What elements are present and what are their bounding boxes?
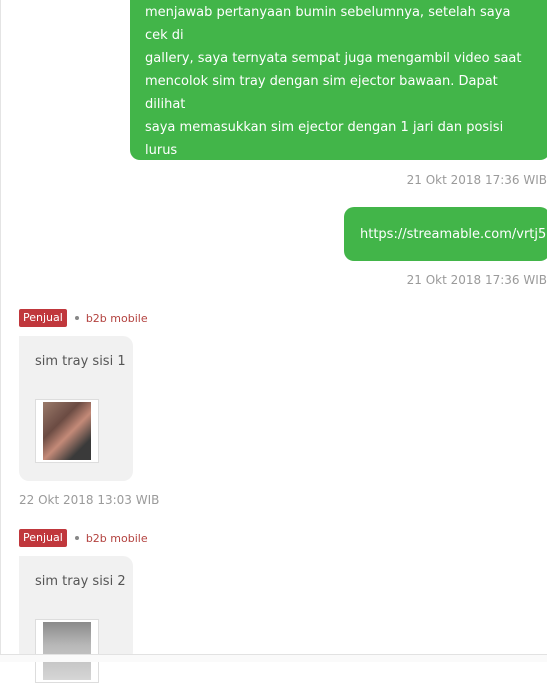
seller-message-bubble: sim tray sisi 1 (19, 336, 133, 481)
message-timestamp: 21 Okt 2018 17:36 WIB (406, 173, 547, 187)
seller-role-badge: Penjual (19, 309, 67, 327)
left-border (0, 0, 1, 662)
shop-name-link[interactable]: b2b mobile (86, 532, 148, 545)
message-line: menjawab pertanyaan bumin sebelumnya, se… (145, 5, 511, 43)
message-link[interactable]: https://streamable.com/vrtj5 (360, 227, 546, 242)
message-line: saya memasukkan sim ejector dengan 1 jar… (145, 120, 504, 158)
seller-header: Penjual b2b mobile (19, 309, 148, 327)
seller-header: Penjual b2b mobile (19, 529, 148, 547)
message-line: mencolok sim tray dengan sim ejector baw… (145, 74, 498, 112)
sim-tray-photo (43, 402, 91, 460)
sim-tray-photo (43, 622, 91, 680)
bottom-border (0, 654, 547, 662)
message-text: sim tray sisi 2 (35, 574, 126, 589)
separator-dot (74, 316, 79, 320)
buyer-link-bubble: https://streamable.com/vrtj5 (344, 207, 547, 261)
seller-message-bubble: sim tray sisi 2 (19, 556, 133, 683)
message-text: sim tray sisi 1 (35, 354, 126, 369)
seller-role-badge: Penjual (19, 529, 67, 547)
message-timestamp: 22 Okt 2018 13:03 WIB (19, 493, 160, 507)
buyer-message-bubble: menjawab pertanyaan bumin sebelumnya, se… (130, 0, 547, 227)
message-line: gallery, saya ternyata sempat juga menga… (145, 51, 522, 66)
message-line: akhir video terlihat bentuk ujung sim ej… (145, 189, 508, 204)
image-thumbnail[interactable] (35, 399, 99, 463)
message-timestamp: 21 Okt 2018 17:36 WIB (406, 273, 547, 287)
image-thumbnail[interactable] (35, 619, 99, 683)
separator-dot (74, 536, 79, 540)
shop-name-link[interactable]: b2b mobile (86, 312, 148, 325)
